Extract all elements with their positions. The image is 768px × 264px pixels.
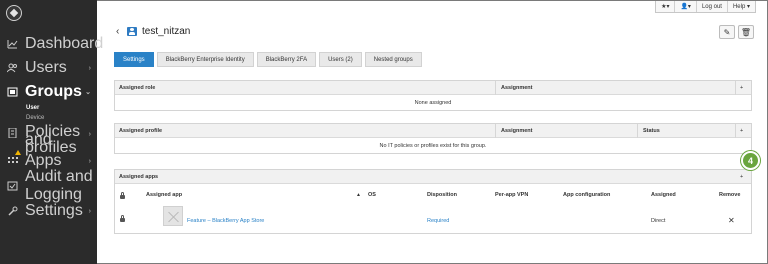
sidebar-item-label: Users bbox=[25, 59, 67, 76]
panel-header: Assigned role Assignment + bbox=[115, 81, 751, 95]
back-button[interactable]: ‹ bbox=[116, 26, 119, 37]
logout-link[interactable]: Log out bbox=[695, 1, 727, 12]
sidebar: Dashboard Users › Groups ⌄ User Device P… bbox=[0, 0, 103, 264]
sidebar-item-label: Settings bbox=[25, 202, 83, 219]
sidebar-item-label: Groups bbox=[25, 83, 82, 100]
add-role-button[interactable]: + bbox=[740, 82, 743, 94]
apps-icon bbox=[7, 156, 18, 166]
column-header-os: OS bbox=[368, 192, 376, 198]
sidebar-item-users[interactable]: Users › bbox=[0, 59, 97, 77]
sidebar-item-label: Audit and Logging bbox=[25, 168, 93, 203]
tab-users[interactable]: Users (2) bbox=[319, 52, 362, 67]
audit-icon bbox=[7, 181, 18, 191]
assigned-profile-panel: Assigned profile Assignment Status + No … bbox=[114, 123, 752, 154]
column-header-app-configuration: App configuration bbox=[563, 192, 611, 198]
empty-profiles-message: No IT policies or profiles exist for thi… bbox=[379, 143, 487, 149]
column-header-assigned-role: Assigned role bbox=[119, 85, 156, 91]
tab-nested-groups[interactable]: Nested groups bbox=[364, 52, 422, 67]
groups-icon bbox=[7, 87, 18, 97]
column-divider bbox=[735, 81, 736, 95]
trash-icon: 🗑 bbox=[740, 27, 752, 37]
chevron-right-icon: › bbox=[88, 207, 91, 215]
sidebar-item-audit[interactable]: Audit and Logging bbox=[0, 168, 97, 203]
column-divider bbox=[495, 124, 496, 138]
sidebar-subitem-user[interactable]: User bbox=[26, 105, 39, 111]
assigned-value: Direct bbox=[651, 218, 666, 224]
favorites-menu[interactable]: ★▾ bbox=[656, 1, 674, 12]
sort-ascending-icon[interactable]: ▲ bbox=[356, 192, 361, 198]
user-group-icon bbox=[127, 27, 137, 36]
assigned-apps-panel: Assigned apps + Assigned app ▲ OS Dispos… bbox=[114, 169, 752, 234]
tab-blackberry-enterprise-identity[interactable]: BlackBerry Enterprise Identity bbox=[156, 52, 254, 67]
column-header-assigned-profile: Assigned profile bbox=[119, 128, 163, 134]
sidebar-item-label: Policies and profiles bbox=[25, 124, 97, 156]
users-icon bbox=[7, 63, 18, 73]
app-thumbnail-icon bbox=[163, 206, 183, 226]
column-divider bbox=[495, 81, 496, 95]
callout-badge: 4 bbox=[741, 151, 760, 170]
sidebar-item-label: Dashboard bbox=[25, 35, 104, 52]
chevron-right-icon: › bbox=[88, 64, 91, 72]
panel-header: Assigned profile Assignment Status + bbox=[115, 124, 751, 138]
logo-icon[interactable] bbox=[6, 5, 22, 21]
chevron-right-icon: › bbox=[88, 157, 91, 165]
sidebar-subitem-device[interactable]: Device bbox=[26, 115, 44, 121]
help-menu[interactable]: Help ▾ bbox=[726, 1, 755, 12]
page-title: test_nitzan bbox=[142, 26, 191, 37]
lock-icon bbox=[120, 215, 125, 222]
top-toolbar: ★▾ 👤▾ Log out Help ▾ bbox=[655, 1, 756, 13]
wrench-icon bbox=[7, 206, 18, 216]
tab-blackberry-2fa[interactable]: BlackBerry 2FA bbox=[256, 52, 317, 67]
sidebar-item-groups[interactable]: Groups ⌄ bbox=[0, 83, 97, 101]
column-header-assignment: Assignment bbox=[501, 128, 533, 134]
tab-settings[interactable]: Settings bbox=[114, 52, 154, 67]
assigned-role-panel: Assigned role Assignment + None assigned bbox=[114, 80, 752, 111]
sidebar-item-policies[interactable]: Policies and profiles › bbox=[0, 124, 97, 156]
column-header-per-app-vpn: Per-app VPN bbox=[495, 192, 529, 198]
add-app-button[interactable]: + bbox=[740, 171, 743, 183]
user-menu[interactable]: 👤▾ bbox=[674, 1, 695, 12]
app-name-link[interactable]: Feature – BlackBerry App Store bbox=[187, 218, 264, 224]
add-profile-button[interactable]: + bbox=[740, 125, 743, 137]
disposition-link[interactable]: Required bbox=[427, 218, 449, 224]
column-divider bbox=[735, 124, 736, 138]
edit-button[interactable]: ✎ bbox=[719, 25, 735, 39]
dashboard-icon bbox=[7, 39, 18, 49]
policies-icon bbox=[7, 128, 18, 138]
chevron-right-icon: › bbox=[88, 131, 91, 138]
empty-roles-message: None assigned bbox=[414, 100, 452, 106]
column-header-assigned-app[interactable]: Assigned app bbox=[146, 192, 182, 198]
pencil-icon: ✎ bbox=[723, 27, 731, 37]
column-header-assignment: Assignment bbox=[501, 85, 533, 91]
panel-header: Assigned apps + bbox=[115, 170, 751, 184]
sidebar-item-dashboard[interactable]: Dashboard bbox=[0, 35, 103, 53]
column-header-status: Status bbox=[643, 128, 660, 134]
remove-icon[interactable]: ✕ bbox=[728, 216, 735, 225]
lock-icon bbox=[120, 192, 125, 199]
column-divider bbox=[637, 124, 638, 138]
column-header-assigned: Assigned bbox=[651, 192, 676, 198]
sidebar-item-settings[interactable]: Settings › bbox=[0, 202, 97, 220]
chevron-down-icon: ⌄ bbox=[85, 89, 91, 96]
column-header-remove: Remove bbox=[719, 192, 741, 198]
delete-button[interactable]: 🗑 bbox=[738, 25, 754, 39]
column-header-disposition: Disposition bbox=[427, 192, 457, 198]
tab-bar: Settings BlackBerry Enterprise Identity … bbox=[114, 52, 425, 67]
panel-title: Assigned apps bbox=[119, 174, 159, 180]
